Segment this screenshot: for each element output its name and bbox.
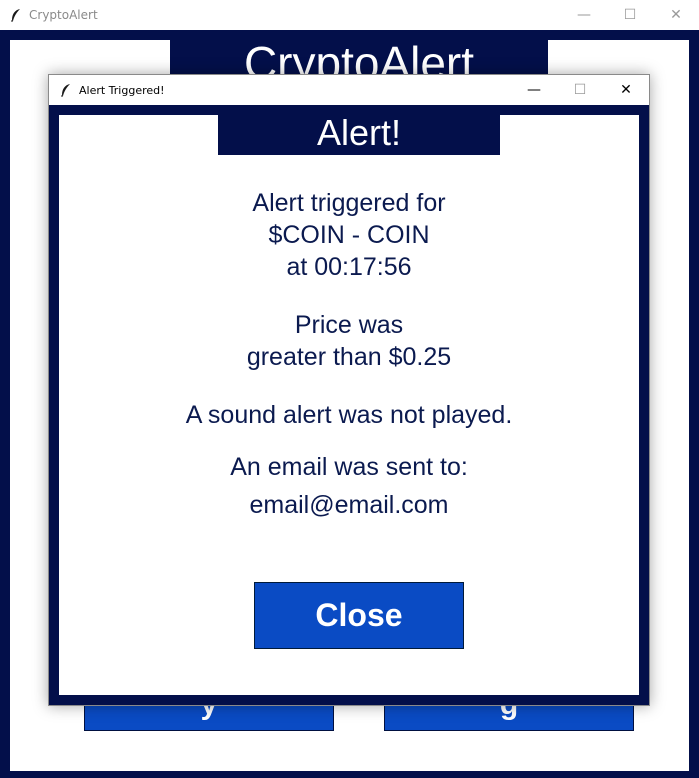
dialog-body: Alert! Alert triggered for $COIN - COIN …	[59, 115, 639, 695]
price-line: Price was	[294, 311, 404, 339]
feather-icon	[9, 8, 23, 22]
email-label: An email was sent to:	[230, 453, 468, 481]
trigger-time: at 00:17:56	[286, 253, 412, 281]
trigger-line: Alert triggered for	[252, 189, 446, 217]
main-close-button[interactable]: ✕	[653, 0, 699, 30]
sound-text: A sound alert was not played.	[185, 401, 513, 429]
dialog-close-button[interactable]: ✕	[603, 75, 649, 105]
sound-message: A sound alert was not played.	[59, 399, 639, 431]
main-window-title: CryptoAlert	[29, 8, 98, 22]
alert-dialog: Alert Triggered! — ☐ ✕ Alert! Alert trig…	[48, 74, 650, 706]
alert-header: Alert!	[218, 115, 500, 155]
email-address: email@email.com	[249, 491, 449, 519]
main-minimize-button[interactable]: —	[561, 0, 607, 30]
price-condition: greater than $0.25	[246, 343, 452, 371]
dialog-title: Alert Triggered!	[79, 83, 165, 97]
close-button[interactable]: Close	[254, 582, 464, 649]
background-button-left[interactable]: y	[84, 705, 334, 731]
email-address-row: email@email.com	[59, 489, 639, 521]
background-button-right-label: g	[385, 706, 633, 722]
main-window-titlebar: CryptoAlert — ☐ ✕	[0, 0, 699, 30]
price-message: Price was greater than $0.25	[59, 309, 639, 373]
background-button-left-label: y	[85, 706, 333, 722]
dialog-minimize-button[interactable]: —	[511, 75, 557, 105]
trigger-message: Alert triggered for $COIN - COIN at 00:1…	[59, 187, 639, 283]
email-message: An email was sent to:	[59, 451, 639, 483]
feather-icon	[59, 83, 73, 97]
background-button-right[interactable]: g	[384, 705, 634, 731]
app-heading: CryptoAlert	[170, 40, 548, 76]
trigger-coin: $COIN - COIN	[268, 221, 430, 249]
app-heading-text: CryptoAlert	[243, 40, 475, 76]
dialog-titlebar: Alert Triggered! — ☐ ✕	[49, 75, 649, 105]
dialog-maximize-button[interactable]: ☐	[557, 75, 603, 105]
main-maximize-button[interactable]: ☐	[607, 0, 653, 30]
